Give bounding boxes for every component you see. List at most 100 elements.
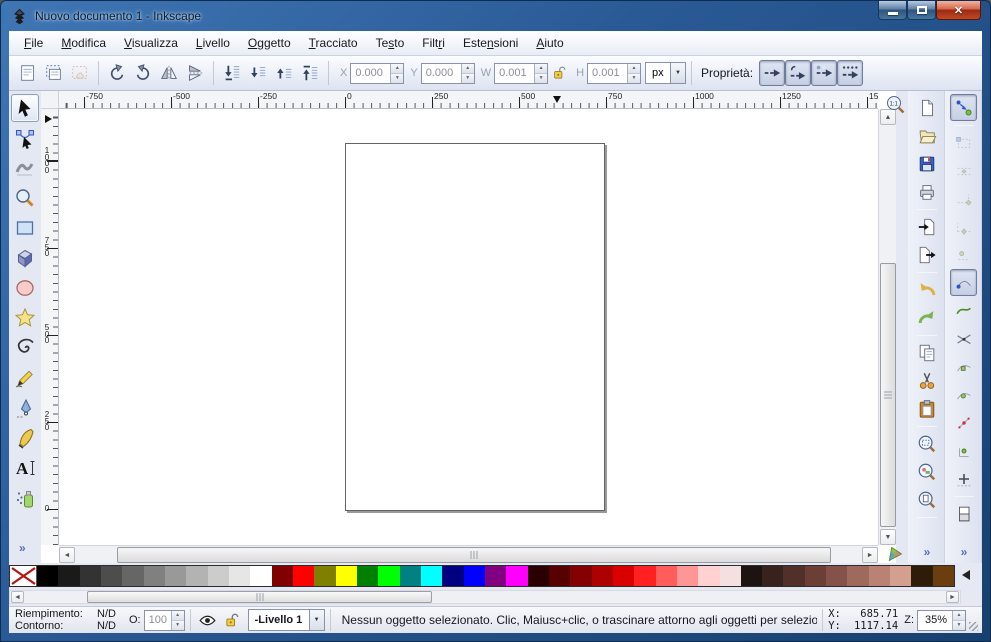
tool-pen[interactable]: [11, 394, 39, 422]
new-document-button[interactable]: [913, 94, 940, 121]
scroll-right-arrow[interactable]: ►: [862, 547, 878, 563]
paste-button[interactable]: [913, 395, 940, 422]
snap-midpoints-toggle[interactable]: [950, 409, 977, 436]
palette-swatch[interactable]: [592, 566, 613, 586]
titlebar[interactable]: Nuovo documento 1 - Inkscape ✕: [1, 1, 990, 31]
palette-swatch[interactable]: [720, 566, 741, 586]
palette-swatch[interactable]: [250, 566, 271, 586]
palette-menu-arrow[interactable]: [962, 570, 970, 580]
snap-smooth-nodes-toggle[interactable]: [950, 381, 977, 408]
snap-cusp-nodes-toggle[interactable]: [950, 353, 977, 380]
tool-3dbox[interactable]: [11, 244, 39, 272]
tool-ellipse[interactable]: [11, 274, 39, 302]
palette-swatch[interactable]: [400, 566, 421, 586]
palette-swatch[interactable]: [485, 566, 506, 586]
tool-tweak[interactable]: [11, 154, 39, 182]
copy-button[interactable]: [913, 339, 940, 366]
palette-swatch[interactable]: [528, 566, 549, 586]
menu-oggetto[interactable]: Oggetto: [239, 33, 300, 53]
palette-swatch[interactable]: [357, 566, 378, 586]
palette-swatch[interactable]: [656, 566, 677, 586]
lower-button[interactable]: [245, 60, 271, 86]
palette-swatch[interactable]: [165, 566, 186, 586]
zoom-drawing-button[interactable]: [913, 458, 940, 485]
snap-centers-toggle[interactable]: [950, 437, 977, 464]
menu-livello[interactable]: Livello: [187, 33, 239, 53]
h-field[interactable]: 0.001▲▼: [587, 63, 641, 84]
w-field[interactable]: 0.001▲▼: [494, 63, 548, 84]
scroll-down-arrow[interactable]: ▼: [880, 529, 896, 545]
snap-enable-toggle[interactable]: [950, 94, 977, 121]
y-spinner[interactable]: ▲▼: [461, 64, 474, 83]
snapbar-overflow-button[interactable]: »: [961, 545, 967, 559]
snap-paths-toggle[interactable]: [950, 297, 977, 324]
palette-scroll-left-arrow[interactable]: ◄: [11, 591, 24, 603]
palette-swatch[interactable]: [805, 566, 826, 586]
palette-swatch[interactable]: [37, 566, 58, 586]
toolbox-overflow-button[interactable]: »: [19, 541, 25, 555]
tool-node-editor[interactable]: [11, 124, 39, 152]
close-button[interactable]: ✕: [936, 1, 981, 20]
snap-bbox-corners-toggle[interactable]: [950, 185, 977, 212]
palette-swatch[interactable]: [58, 566, 79, 586]
tool-rectangle[interactable]: [11, 214, 39, 242]
palette-swatch[interactable]: [186, 566, 207, 586]
palette-swatch[interactable]: [506, 566, 527, 586]
tool-calligraphy[interactable]: [11, 424, 39, 452]
raise-button[interactable]: [271, 60, 297, 86]
raise-to-top-button[interactable]: [297, 60, 323, 86]
palette-swatch[interactable]: [762, 566, 783, 586]
palette-swatch[interactable]: [293, 566, 314, 586]
x-spinner[interactable]: ▲▼: [390, 64, 403, 83]
palette-scrollbar[interactable]: ◄ ►: [9, 590, 961, 604]
palette-swatch[interactable]: [464, 566, 485, 586]
snap-rotation-centers-toggle[interactable]: [950, 465, 977, 492]
palette-swatch[interactable]: [826, 566, 847, 586]
scroll-left-arrow[interactable]: ◄: [59, 547, 75, 563]
drawing-canvas[interactable]: [59, 109, 878, 545]
y-field[interactable]: 0.000▲▼: [421, 63, 475, 84]
fill-stroke-indicator[interactable]: Riempimento:N/D Contorno:N/D: [15, 608, 127, 632]
palette-swatch[interactable]: [869, 566, 890, 586]
zoom-1-1-button[interactable]: 1:1: [883, 92, 908, 117]
opacity-field[interactable]: 100 ▲▼: [144, 610, 185, 631]
rotate-cw-button[interactable]: [130, 60, 156, 86]
h-spinner[interactable]: ▲▼: [627, 64, 640, 83]
snap-bbox-toggle[interactable]: [950, 129, 977, 156]
menu-file[interactable]: File: [15, 33, 52, 53]
palette-swatch[interactable]: [741, 566, 762, 586]
layer-dropdown-button[interactable]: ▼: [310, 609, 325, 631]
document-page[interactable]: [345, 143, 605, 511]
export-button[interactable]: [913, 241, 940, 268]
palette-swatch[interactable]: [272, 566, 293, 586]
palette-swatch[interactable]: [911, 566, 932, 586]
snap-intersections-toggle[interactable]: [950, 325, 977, 352]
menu-aiuto[interactable]: Aiuto: [527, 33, 572, 53]
layer-visibility-button[interactable]: [196, 608, 220, 632]
palette-swatch[interactable]: [208, 566, 229, 586]
menu-filtri[interactable]: Filtri: [413, 33, 454, 53]
lower-to-bottom-button[interactable]: [219, 60, 245, 86]
undo-button[interactable]: [913, 276, 940, 303]
palette-swatch[interactable]: [378, 566, 399, 586]
snap-nodes-toggle[interactable]: [950, 269, 977, 296]
tool-spray[interactable]: [11, 484, 39, 512]
deselect-button[interactable]: [67, 60, 93, 86]
zoom-selection-button[interactable]: [913, 430, 940, 457]
opacity-spinner[interactable]: ▲▼: [171, 611, 184, 630]
palette-swatch[interactable]: [144, 566, 165, 586]
palette-swatch[interactable]: [122, 566, 143, 586]
select-all-layers-button[interactable]: [41, 60, 67, 86]
redo-button[interactable]: [913, 304, 940, 331]
tool-pencil[interactable]: [11, 364, 39, 392]
vertical-scrollbar-thumb[interactable]: [880, 263, 896, 527]
layer-lock-button[interactable]: [220, 608, 244, 632]
x-field[interactable]: 0.000▲▼: [350, 63, 404, 84]
flip-horizontal-button[interactable]: [156, 60, 182, 86]
palette-swatch[interactable]: [421, 566, 442, 586]
window-resize-grip[interactable]: [969, 622, 978, 631]
palette-swatch[interactable]: [101, 566, 122, 586]
menu-testo[interactable]: Testo: [367, 33, 414, 53]
select-all-button[interactable]: [15, 60, 41, 86]
palette-swatch[interactable]: [613, 566, 634, 586]
